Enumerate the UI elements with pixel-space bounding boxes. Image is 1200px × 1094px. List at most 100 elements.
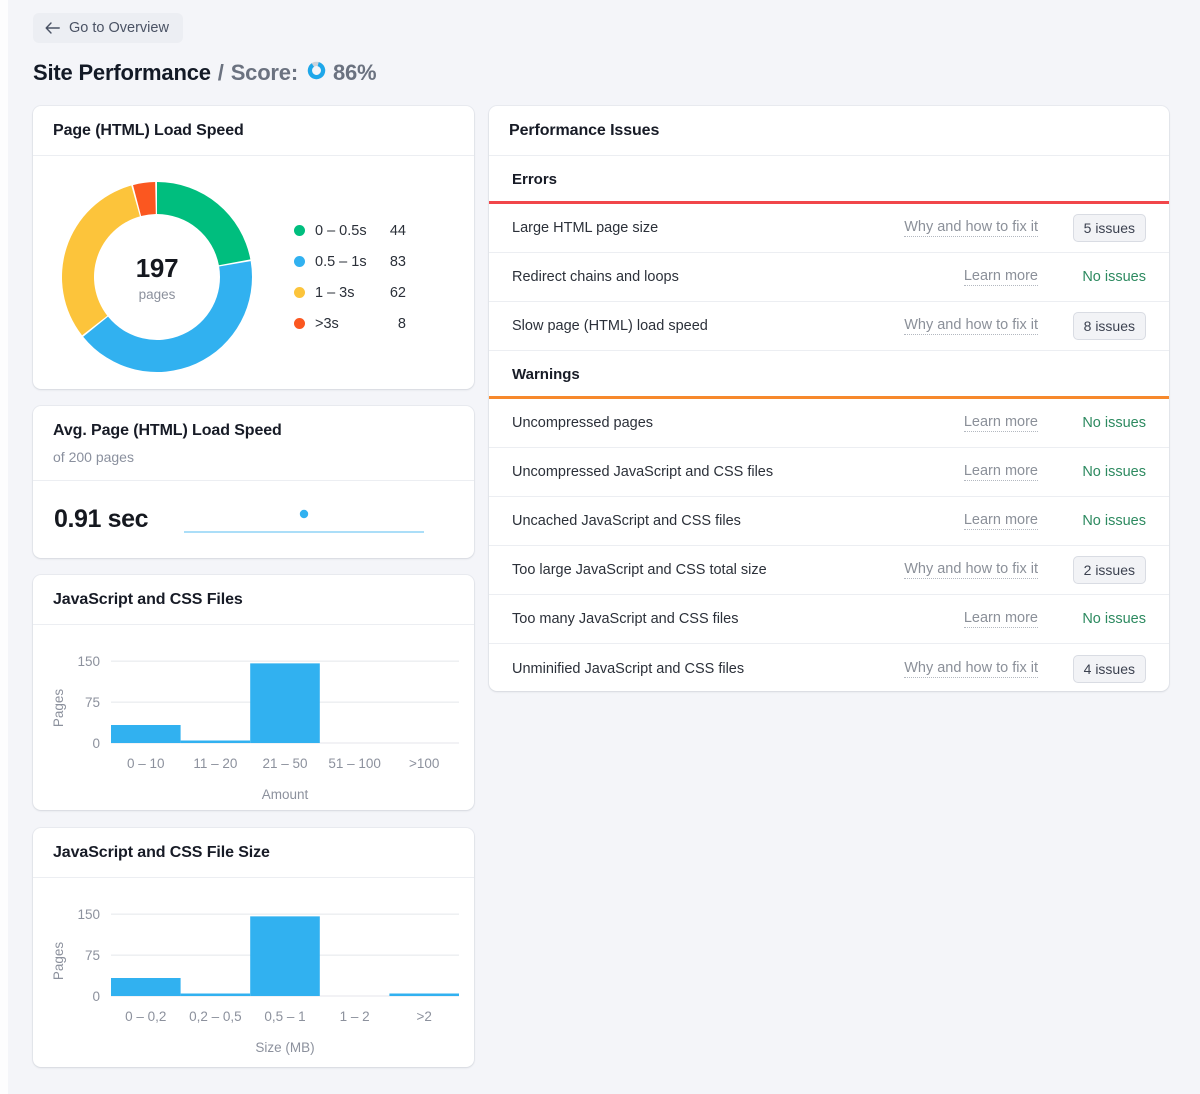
js-css-files-chart[interactable]: 0751500 – 1011 – 2021 – 5051 – 100>100Am… bbox=[33, 625, 474, 820]
performance-issues-card: Performance Issues ErrorsLarge HTML page… bbox=[489, 106, 1169, 691]
js-css-file-size-card-header: JavaScript and CSS File Size bbox=[33, 828, 474, 878]
issue-count-cell: No issues bbox=[1060, 269, 1146, 285]
avg-load-speed-card-header: Avg. Page (HTML) Load Speed of 200 pages bbox=[33, 406, 474, 481]
y-axis-tick-label: 75 bbox=[85, 948, 100, 963]
issue-name: Too many JavaScript and CSS files bbox=[512, 611, 964, 627]
js-css-file-size-card: JavaScript and CSS File Size 0751500 – 0… bbox=[33, 828, 474, 1067]
issue-help-link[interactable]: Learn more bbox=[964, 463, 1038, 481]
performance-issues-sections: ErrorsLarge HTML page sizeWhy and how to… bbox=[489, 156, 1169, 693]
x-axis-tick-label: 51 – 100 bbox=[328, 756, 381, 771]
donut-total-value: 197 bbox=[136, 253, 178, 284]
legend-item[interactable]: 1 – 3s62 bbox=[294, 277, 406, 308]
issue-help-link[interactable]: Learn more bbox=[964, 268, 1038, 286]
issues-section-header: Errors bbox=[489, 156, 1169, 201]
performance-issues-card-header: Performance Issues bbox=[489, 106, 1169, 156]
issue-count-cell: No issues bbox=[1060, 415, 1146, 431]
js-css-file-size-chart[interactable]: 0751500 – 0,20,2 – 0,50,5 – 11 – 2>2Size… bbox=[33, 878, 474, 1076]
legend-item[interactable]: >3s8 bbox=[294, 308, 406, 339]
issue-help-link[interactable]: Why and how to fix it bbox=[904, 219, 1038, 237]
js-css-file-size-title: JavaScript and CSS File Size bbox=[53, 844, 454, 862]
js-css-files-title: JavaScript and CSS Files bbox=[53, 591, 454, 609]
donut-total-label: pages bbox=[139, 287, 176, 302]
x-axis-tick-label: >100 bbox=[409, 756, 439, 771]
issue-help-link[interactable]: Why and how to fix it bbox=[904, 561, 1038, 579]
go-to-overview-label: Go to Overview bbox=[69, 20, 169, 36]
issue-help-link[interactable]: Learn more bbox=[964, 610, 1038, 628]
issue-help-link[interactable]: Learn more bbox=[964, 512, 1038, 530]
issue-help-link[interactable]: Why and how to fix it bbox=[904, 317, 1038, 335]
x-axis-tick-label: 11 – 20 bbox=[193, 756, 237, 771]
x-axis-tick-label: 1 – 2 bbox=[340, 1009, 370, 1024]
legend-color-dot bbox=[294, 287, 305, 298]
issue-count-badge[interactable]: 4 issues bbox=[1073, 655, 1146, 683]
page-title-separator: / bbox=[218, 60, 224, 86]
x-axis-label: Size (MB) bbox=[255, 1040, 314, 1055]
legend-item-label: 0 – 0.5s bbox=[315, 223, 378, 239]
issue-row: Uncached JavaScript and CSS filesLearn m… bbox=[489, 497, 1169, 546]
legend-color-dot bbox=[294, 318, 305, 329]
page-title: Site Performance / Score: 86% bbox=[33, 60, 376, 86]
avg-load-speed-value: 0.91 sec bbox=[54, 505, 148, 534]
y-axis-tick-label: 0 bbox=[92, 989, 100, 1004]
score-value: 86% bbox=[333, 60, 376, 86]
x-axis-tick-label: 0,2 – 0,5 bbox=[189, 1009, 242, 1024]
donut-center: 197 pages bbox=[54, 174, 260, 380]
bar bbox=[181, 741, 251, 744]
legend-item[interactable]: 0.5 – 1s83 bbox=[294, 246, 406, 277]
issue-help-link[interactable]: Why and how to fix it bbox=[904, 660, 1038, 678]
sparkline-svg bbox=[183, 499, 425, 539]
issue-row: Uncompressed pagesLearn moreNo issues bbox=[489, 399, 1169, 448]
issue-name: Unminified JavaScript and CSS files bbox=[512, 661, 904, 677]
y-axis-label: Pages bbox=[51, 689, 66, 728]
y-axis-tick-label: 0 bbox=[92, 736, 100, 751]
x-axis-tick-label: 0 – 10 bbox=[127, 756, 165, 771]
issue-row: Unminified JavaScript and CSS filesWhy a… bbox=[489, 644, 1169, 693]
issue-count-cell: No issues bbox=[1060, 611, 1146, 627]
score-label: Score: bbox=[231, 60, 298, 86]
bar bbox=[250, 663, 320, 743]
y-axis-tick-label: 150 bbox=[77, 654, 100, 669]
legend-item-value: 8 bbox=[378, 316, 406, 332]
no-issues-label: No issues bbox=[1082, 415, 1146, 431]
issue-name: Redirect chains and loops bbox=[512, 269, 964, 285]
issue-count-cell: No issues bbox=[1060, 464, 1146, 480]
x-axis-tick-label: 0,5 – 1 bbox=[264, 1009, 305, 1024]
avg-load-speed-body: 0.91 sec bbox=[33, 481, 474, 557]
avg-load-speed-title: Avg. Page (HTML) Load Speed bbox=[53, 422, 454, 440]
issue-count-cell: No issues bbox=[1060, 513, 1146, 529]
page-load-speed-title: Page (HTML) Load Speed bbox=[53, 122, 454, 140]
load-speed-donut-chart[interactable]: 197 pages bbox=[54, 174, 260, 380]
js-css-files-card-header: JavaScript and CSS Files bbox=[33, 575, 474, 625]
issue-count-cell: 8 issues bbox=[1060, 312, 1146, 340]
no-issues-label: No issues bbox=[1082, 611, 1146, 627]
issue-count-cell: 5 issues bbox=[1060, 214, 1146, 242]
legend-item-value: 83 bbox=[378, 254, 406, 270]
x-axis-tick-label: >2 bbox=[416, 1009, 431, 1024]
avg-load-speed-sparkline[interactable] bbox=[183, 499, 425, 539]
no-issues-label: No issues bbox=[1082, 513, 1146, 529]
issue-name: Uncompressed JavaScript and CSS files bbox=[512, 464, 964, 480]
issue-count-badge[interactable]: 5 issues bbox=[1073, 214, 1146, 242]
js-css-files-bar-svg: 0751500 – 1011 – 2021 – 5051 – 100>100Am… bbox=[33, 635, 474, 815]
legend-item-label: >3s bbox=[315, 316, 378, 332]
go-to-overview-button[interactable]: Go to Overview bbox=[33, 13, 183, 43]
no-issues-label: No issues bbox=[1082, 464, 1146, 480]
issue-count-cell: 4 issues bbox=[1060, 655, 1146, 683]
arrow-left-icon bbox=[45, 22, 60, 34]
sparkline-point bbox=[300, 510, 308, 518]
y-axis-tick-label: 150 bbox=[77, 907, 100, 922]
topbar: Go to Overview bbox=[33, 13, 183, 43]
bar bbox=[250, 916, 320, 996]
js-css-files-card: JavaScript and CSS Files 0 75 150 0 – 10 11 … bbox=[33, 575, 474, 810]
legend-item-value: 62 bbox=[378, 285, 406, 301]
issue-row: Redirect chains and loopsLearn more No is… bbox=[489, 253, 1169, 302]
x-axis-label: Amount bbox=[262, 787, 309, 802]
y-axis-tick-label: 75 bbox=[85, 695, 100, 710]
issue-help-link[interactable]: Learn more bbox=[964, 414, 1038, 432]
issue-row: Slow page (HTML) load speedWhy and how t… bbox=[489, 302, 1169, 351]
issue-count-badge[interactable]: 8 issues bbox=[1073, 312, 1146, 340]
issue-name: Too large JavaScript and CSS total size bbox=[512, 562, 904, 578]
page-load-speed-card: Page (HTML) Load Speed 197 pages 0 – 0.5… bbox=[33, 106, 474, 389]
issue-count-badge[interactable]: 2 issues bbox=[1073, 556, 1146, 584]
legend-item[interactable]: 0 – 0.5s44 bbox=[294, 215, 406, 246]
